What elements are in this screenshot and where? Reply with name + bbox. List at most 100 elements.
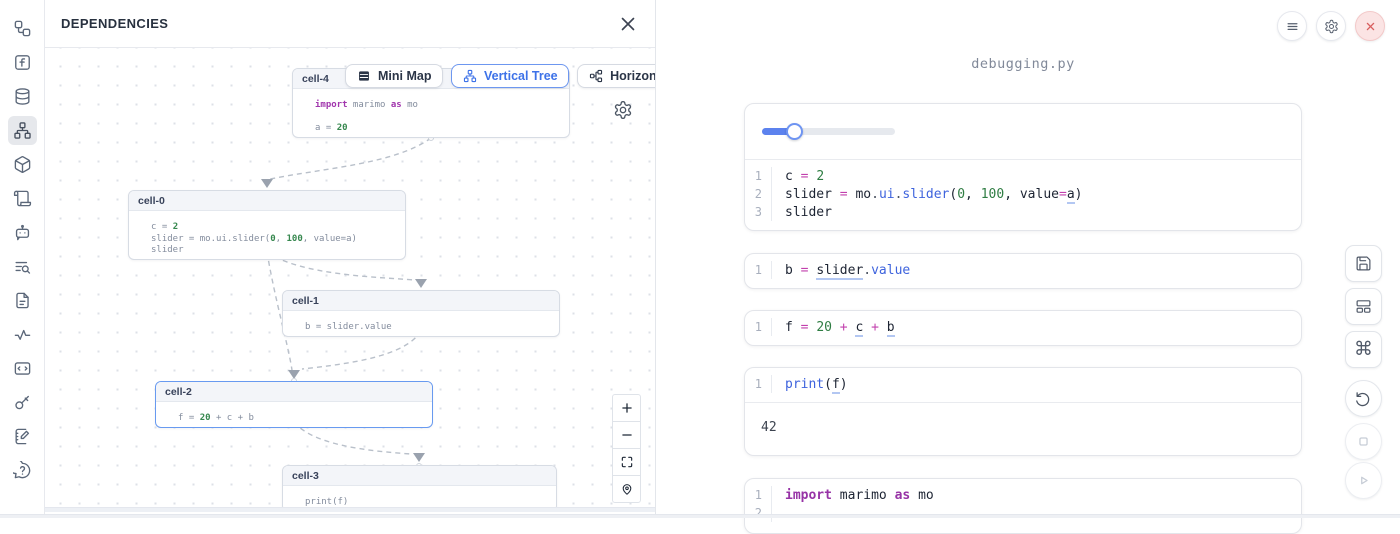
layout-button[interactable] [1345, 288, 1382, 325]
terminal-icon [13, 359, 32, 378]
zoom-in-button[interactable] [612, 394, 641, 422]
notebook-cell: 1import marimo as mo2 [744, 478, 1302, 534]
notebook-cell: 1print(f) 42 [744, 367, 1302, 456]
graph-node[interactable]: cell-1 b = slider.value [282, 290, 560, 337]
notebook-filename[interactable]: debugging.py [744, 56, 1302, 72]
notebook-settings-button[interactable] [1316, 11, 1346, 41]
graph-node-title: cell-3 [283, 466, 556, 486]
sidebar-item-dependencies[interactable] [8, 116, 37, 145]
slider-thumb[interactable] [786, 123, 803, 140]
graph-settings-button[interactable] [613, 100, 633, 120]
sidebar-item-secrets[interactable] [8, 388, 37, 417]
gear-icon [1324, 19, 1339, 34]
sidebar-item-datasources[interactable] [8, 82, 37, 111]
gear-icon [613, 100, 633, 120]
sidebar-item-scratchpad[interactable] [8, 422, 37, 451]
code-editor[interactable]: 1f = 20 + c + b [745, 311, 1301, 345]
dependencies-panel: DEPENDENCIES [45, 0, 656, 518]
vertical-tree-icon [463, 69, 477, 83]
close-icon [617, 13, 639, 35]
fit-view-icon [620, 455, 634, 469]
layout-icon [1355, 298, 1372, 315]
zoom-out-icon [620, 428, 634, 442]
panel-header: DEPENDENCIES [45, 0, 655, 48]
ai-chat-icon [13, 223, 32, 242]
dependency-graph-canvas[interactable]: Mini Map Vertical Tree Horizontal Tree c… [45, 48, 655, 512]
mini-map-icon [357, 69, 371, 83]
mini-map-button[interactable]: Mini Map [345, 64, 443, 88]
graph-bottom-strip [45, 507, 655, 512]
shutdown-button[interactable] [1355, 11, 1385, 41]
file-tree-icon [13, 19, 32, 38]
slider-widget[interactable] [762, 123, 895, 140]
zoom-out-button[interactable] [612, 421, 641, 449]
scratchpad-icon [13, 427, 32, 446]
datasources-icon [13, 87, 32, 106]
horizontal-tree-button[interactable]: Horizontal Tree [577, 64, 655, 88]
secrets-icon [13, 393, 32, 412]
locate-button[interactable] [612, 475, 641, 503]
run-icon [1355, 472, 1372, 489]
undo-button[interactable] [1345, 380, 1382, 417]
sidebar-item-terminal[interactable] [8, 354, 37, 383]
sidebar-item-tracebacks[interactable] [8, 320, 37, 349]
vertical-tree-button[interactable]: Vertical Tree [451, 64, 569, 88]
graph-node[interactable]: cell-3 print(f) [282, 465, 557, 512]
save-button[interactable] [1345, 245, 1382, 282]
variables-icon [13, 53, 32, 72]
graph-node-title: cell-1 [283, 291, 559, 311]
close-panel-button[interactable] [617, 13, 639, 35]
helper-panel-rail [0, 0, 45, 518]
command-icon: ⌘ [1354, 340, 1373, 359]
sidebar-item-logs[interactable] [8, 184, 37, 213]
window-buttons [1277, 11, 1385, 41]
outline-search-icon [13, 257, 32, 276]
help-icon [13, 461, 32, 480]
sidebar-item-snippets[interactable] [8, 286, 37, 315]
graph-node-code: f = 20 + c + b [156, 402, 432, 427]
graph-node[interactable]: cell-0 c = 2slider = mo.ui.slider(0, 100… [128, 190, 406, 260]
shutdown-icon [1363, 19, 1378, 34]
graph-node-code: c = 2slider = mo.ui.slider(0, 100, value… [129, 211, 405, 259]
graph-view-toolbar: Mini Map Vertical Tree Horizontal Tree [345, 64, 655, 88]
snippets-icon [13, 291, 32, 310]
sidebar-item-file-tree[interactable] [8, 14, 37, 43]
dependencies-icon [13, 121, 32, 140]
code-editor[interactable]: 1import marimo as mo2 [745, 479, 1301, 531]
graph-node-title: cell-2 [156, 382, 432, 402]
panel-title: DEPENDENCIES [61, 16, 168, 31]
sidebar-item-help[interactable] [8, 456, 37, 485]
notebook-cell: 1f = 20 + c + b [744, 310, 1302, 346]
window-bottom-edge [0, 514, 1400, 518]
cell-console-output: 42 [745, 402, 1301, 455]
graph-node-code: b = slider.value [283, 311, 559, 336]
cell-output-area [745, 104, 1301, 160]
sidebar-item-packages[interactable] [8, 150, 37, 179]
notebook-cell: 1c = 22slider = mo.ui.slider(0, 100, val… [744, 103, 1302, 231]
run-button[interactable] [1345, 462, 1382, 499]
logs-icon [13, 189, 32, 208]
tracebacks-icon [13, 325, 32, 344]
graph-node-code: import marimo as mo a = 20 [293, 89, 569, 137]
code-editor[interactable]: 1b = slider.value [745, 254, 1301, 288]
save-icon [1355, 255, 1372, 272]
fit-view-button[interactable] [612, 448, 641, 476]
locate-icon [620, 482, 634, 496]
stop-button[interactable] [1345, 423, 1382, 460]
code-editor[interactable]: 1print(f) [745, 368, 1301, 402]
graph-zoom-controls [612, 394, 641, 503]
menu-icon [1285, 19, 1300, 34]
sidebar-item-ai-chat[interactable] [8, 218, 37, 247]
notebook-menu-button[interactable] [1277, 11, 1307, 41]
sidebar-item-variables[interactable] [8, 48, 37, 77]
packages-icon [13, 155, 32, 174]
zoom-in-icon [620, 401, 634, 415]
graph-node-selected[interactable]: cell-2 f = 20 + c + b [155, 381, 433, 428]
sidebar-item-outline-search[interactable] [8, 252, 37, 281]
notebook-editor: debugging.py 1c = 22slider = mo.ui.slide… [656, 0, 1400, 518]
slider-track[interactable] [762, 128, 895, 135]
command-palette-button[interactable]: ⌘ [1345, 331, 1382, 368]
graph-node-title: cell-0 [129, 191, 405, 211]
horizontal-tree-icon [589, 69, 603, 83]
code-editor[interactable]: 1c = 22slider = mo.ui.slider(0, 100, val… [745, 160, 1301, 230]
